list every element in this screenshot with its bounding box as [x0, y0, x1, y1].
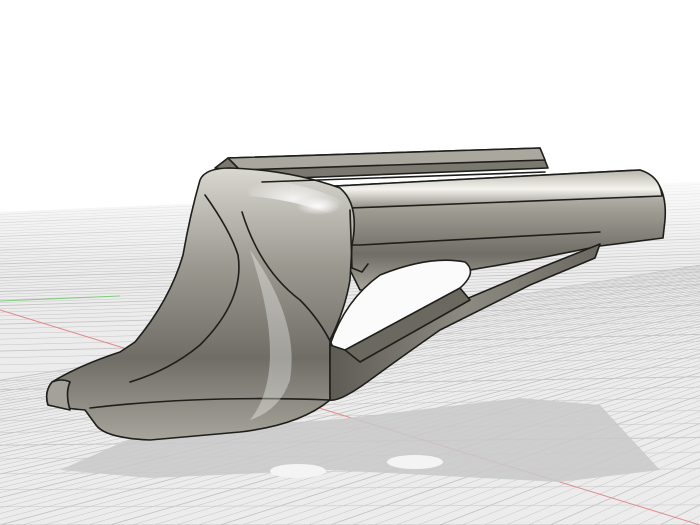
specular-spot [296, 197, 340, 215]
shadow-hole-left [270, 464, 326, 478]
shadow-hole-right [387, 455, 443, 469]
3d-scene[interactable] [0, 0, 700, 525]
front-tip-cap [45, 379, 71, 411]
viewport-canvas[interactable] [0, 0, 700, 525]
